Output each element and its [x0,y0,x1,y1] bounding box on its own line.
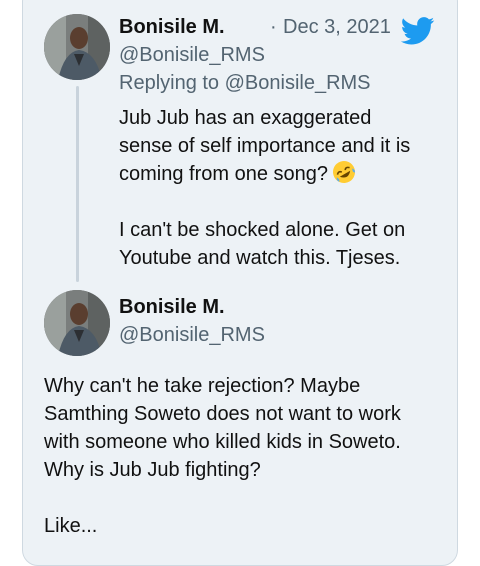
profile-photo-icon [44,290,110,356]
replying-to[interactable]: Replying to @Bonisile_RMS [119,72,371,95]
tweet-line: Like... [44,515,98,537]
separator-dot: · [270,16,277,38]
tweet-body: Jub Jub has an exaggerated sense of self… [119,104,449,272]
tweet-line: Youtube and watch this. Tjeses. [119,247,401,269]
tweet-line: I can't be shocked alone. Get on [119,219,406,241]
handle[interactable]: @Bonisile_RMS [119,324,265,347]
tweet-line: Why can't he take rejection? Maybe [44,375,361,397]
handle[interactable]: @Bonisile_RMS [119,44,265,67]
tweet-line: sense of self importance and it is [119,135,411,157]
avatar[interactable] [44,290,110,356]
tweet-line-text: coming from one song? [119,163,329,185]
avatar[interactable] [44,14,110,80]
thread-connector [76,86,79,282]
tweet-line: Jub Jub has an exaggerated [119,107,372,129]
tweet-line: Why is Jub Jub fighting? [44,459,261,481]
display-name[interactable]: Bonisile M. [119,16,225,39]
profile-photo-icon [44,14,110,80]
twitter-bird-icon[interactable] [401,17,435,45]
display-name[interactable]: Bonisile M. [119,296,225,319]
tweet-line: Samthing Soweto does not want to work [44,403,401,425]
tweet-body: Why can't he take rejection? Maybe Samth… [44,372,454,540]
tweet-line: with someone who killed kids in Soweto. [44,431,401,453]
rolling-on-floor-laughing-icon [333,161,356,183]
tweet-date[interactable]: Dec 3, 2021 [283,16,391,39]
tweet-line: coming from one song? [119,160,449,188]
